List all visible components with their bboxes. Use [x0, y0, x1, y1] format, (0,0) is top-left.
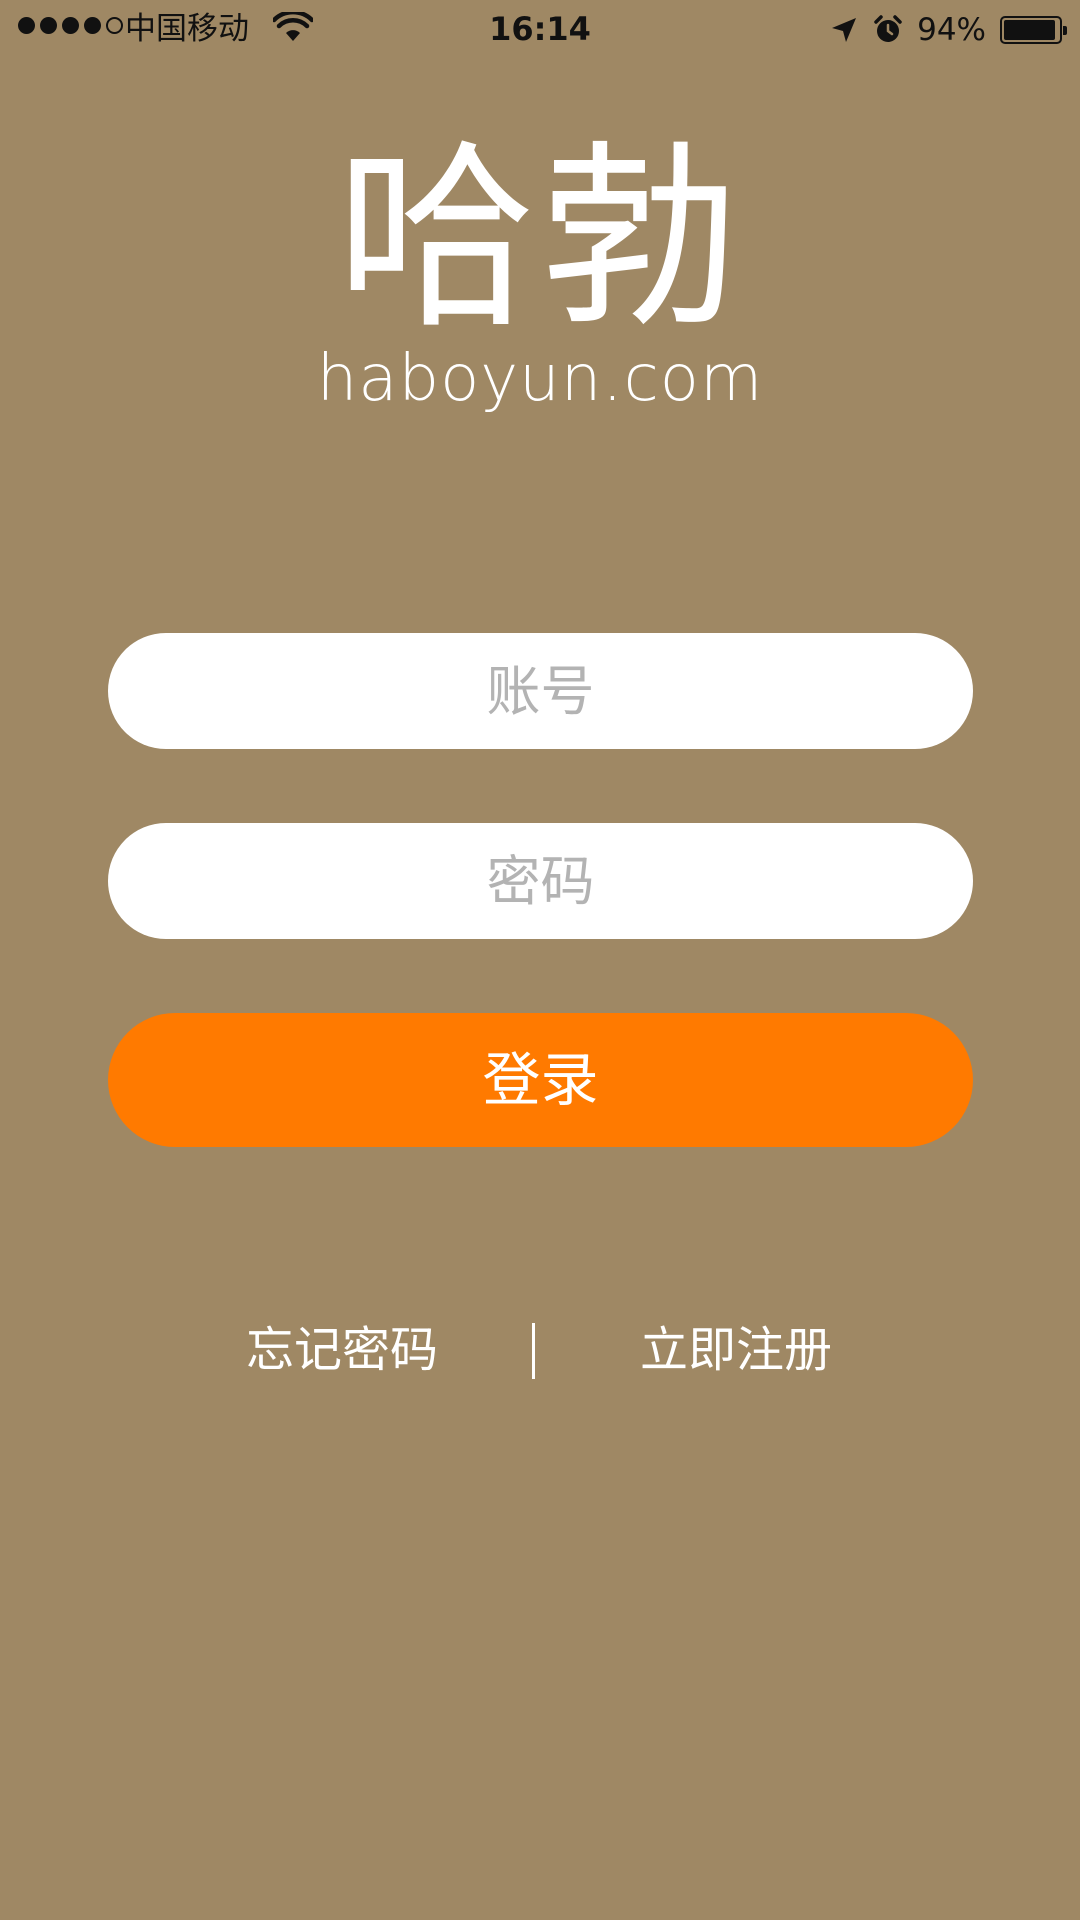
account-field[interactable] [108, 633, 973, 749]
location-arrow-icon [832, 18, 857, 42]
link-divider [532, 1323, 535, 1379]
auth-links: 忘记密码 立即注册 [0, 1315, 1080, 1385]
right-status-group: 94% [829, 10, 1067, 50]
forgot-password-link[interactable]: 忘记密码 [246, 1315, 438, 1385]
app-logo: 哈勃 haboyun.com [0, 123, 1080, 416]
battery-fill [1004, 20, 1055, 40]
battery-percentage: 94% [917, 12, 986, 48]
login-button[interactable]: 登录 [108, 1013, 973, 1147]
password-field[interactable] [108, 823, 973, 939]
alarm-clock-icon [874, 15, 902, 42]
status-bar: 中国移动 16:14 94% [0, 0, 1080, 60]
logo-mark: 哈勃 [335, 123, 744, 356]
battery-cap [1063, 26, 1067, 35]
register-link[interactable]: 立即注册 [640, 1315, 832, 1385]
password-input[interactable] [108, 823, 973, 939]
account-input[interactable] [108, 633, 973, 749]
battery-icon [1000, 16, 1067, 44]
logo-url-text: haboyun.com [316, 342, 764, 416]
